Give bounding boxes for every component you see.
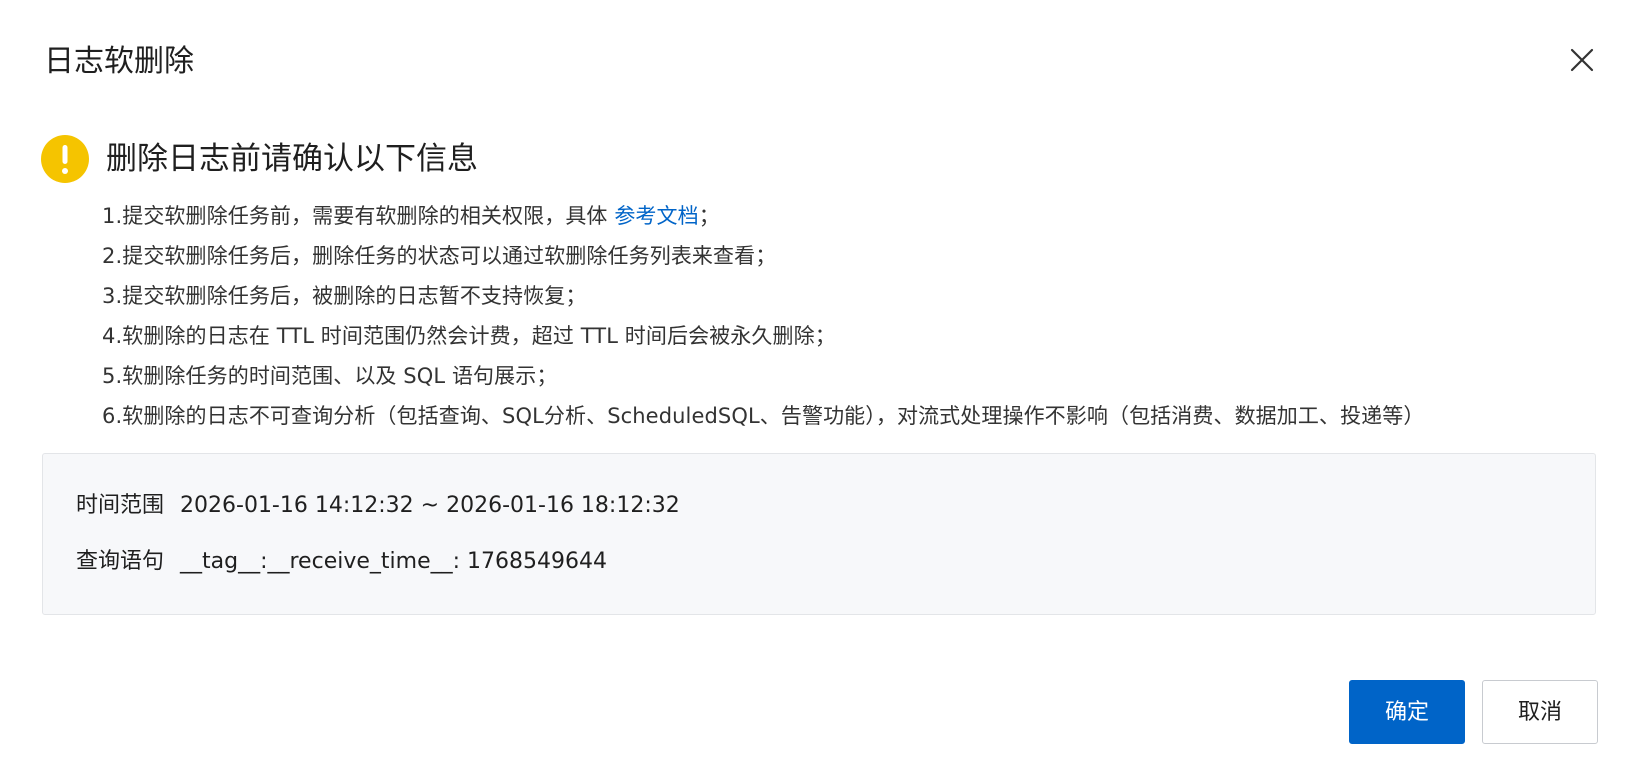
query-value: __tag__:__receive_time__: 1768549644 bbox=[180, 549, 607, 574]
dialog-title: 日志软删除 bbox=[44, 44, 194, 79]
note-item-4: 4.软删除的日志在 TTL 时间范围仍然会计费，超过 TTL 时间后会被永久删除… bbox=[102, 324, 836, 348]
time-range-label: 时间范围 bbox=[76, 493, 165, 518]
note-item-1: 1.提交软删除任务前，需要有软删除的相关权限，具体 参考文档； bbox=[102, 196, 1612, 236]
time-range-value: 2026-01-16 14:12:32 ~ 2026-01-16 18:12:3… bbox=[180, 493, 680, 518]
note-item-2: 2.提交软删除任务后，删除任务的状态可以通过软删除任务列表来查看； bbox=[102, 244, 777, 268]
notes-list: 1.提交软删除任务前，需要有软删除的相关权限，具体 参考文档； 2.提交软删除任… bbox=[102, 196, 1612, 436]
note-item-1-suffix: ； bbox=[698, 204, 720, 228]
note-item-1-text: 1.提交软删除任务前，需要有软删除的相关权限，具体 bbox=[102, 204, 615, 228]
query-label: 查询语句 bbox=[76, 549, 165, 574]
note-item-5: 5.软删除任务的时间范围、以及 SQL 语句展示； bbox=[102, 364, 558, 388]
note-item-3: 3.提交软删除任务后，被删除的日志暂不支持恢复； bbox=[102, 284, 587, 308]
close-button[interactable] bbox=[1566, 44, 1598, 76]
exclamation-circle-icon bbox=[40, 134, 90, 184]
close-icon bbox=[1570, 48, 1594, 72]
note-item-6: 6.软删除的日志不可查询分析（包括查询、SQL分析、ScheduledSQL、告… bbox=[102, 404, 1425, 428]
query-row: 查询语句 __tag__:__receive_time__: 1768549644 bbox=[76, 546, 607, 578]
reference-doc-link[interactable]: 参考文档 bbox=[614, 204, 698, 228]
time-range-row: 时间范围 2026-01-16 14:12:32 ~ 2026-01-16 18:… bbox=[76, 490, 680, 522]
cancel-button[interactable]: 取消 bbox=[1482, 680, 1598, 744]
delete-info-panel: 时间范围 2026-01-16 14:12:32 ~ 2026-01-16 18:… bbox=[42, 453, 1596, 615]
warning-title: 删除日志前请确认以下信息 bbox=[106, 141, 478, 177]
soft-delete-dialog: 日志软删除 删除日志前请确认以下信息 1.提交软删除任务前，需要有软删除的相关权… bbox=[0, 0, 1636, 778]
confirm-button[interactable]: 确定 bbox=[1349, 680, 1465, 744]
